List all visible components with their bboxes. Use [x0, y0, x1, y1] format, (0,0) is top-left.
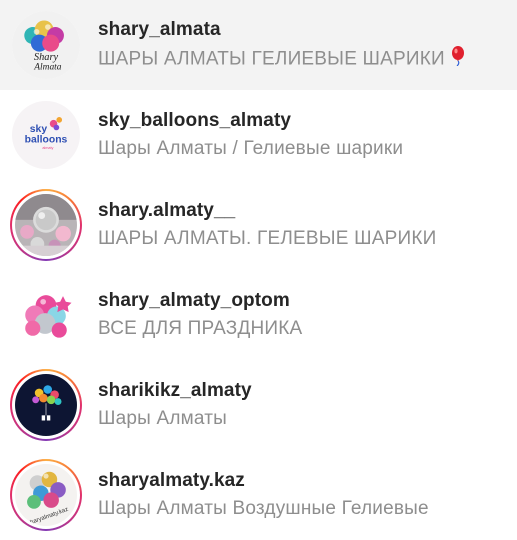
avatar[interactable] [8, 187, 84, 263]
red-balloon-icon [451, 45, 465, 73]
search-results-list: Shary Almata shary_almata ШАРЫ АЛМАТЫ ГЕ… [0, 0, 517, 540]
username[interactable]: shary.almaty__ [98, 199, 437, 223]
full-name: Шары Алматы [98, 408, 228, 429]
full-name: ВСЕ ДЛЯ ПРАЗДНИКА [98, 318, 303, 339]
username[interactable]: shary_almaty_optom [98, 289, 302, 313]
avatar[interactable]: @sharyalmaty.kaz [8, 457, 84, 533]
avatar[interactable]: sky balloons almaty [8, 97, 84, 173]
full-name: Шары Алматы Воздушные Гелиевые [98, 498, 429, 519]
full-name: Шары Алматы / Гелиевые шарики [98, 138, 404, 159]
avatar-text-line-1: sky [30, 124, 48, 135]
avatar[interactable] [8, 367, 84, 443]
avatar-text-line-1: Shary [34, 52, 59, 63]
avatar[interactable] [8, 277, 84, 353]
search-result-row[interactable]: Shary Almata shary_almata ШАРЫ АЛМАТЫ ГЕ… [0, 0, 517, 90]
story-ring[interactable]: @sharyalmaty.kaz [10, 459, 82, 531]
search-result-row[interactable]: sharikikz_almaty Шары Алматы [0, 360, 517, 450]
avatar-text-line-2: Almata [33, 63, 62, 73]
search-result-row[interactable]: @sharyalmaty.kaz sharyalmaty.kaz Шары Ал… [0, 450, 517, 540]
username[interactable]: sharyalmaty.kaz [98, 469, 429, 493]
profile-picture: @sharyalmaty.kaz [15, 464, 77, 526]
profile-picture [15, 374, 77, 436]
story-ring[interactable] [10, 189, 82, 261]
username[interactable]: sharikikz_almaty [98, 379, 252, 403]
search-result-row[interactable]: shary_almaty_optom ВСЕ ДЛЯ ПРАЗДНИКА [0, 270, 517, 360]
profile-picture [15, 194, 77, 256]
search-result-row[interactable]: shary.almaty__ ШАРЫ АЛМАТЫ. ГЕЛЕВЫЕ ШАРИ… [0, 180, 517, 270]
profile-picture [12, 281, 80, 349]
username[interactable]: sky_balloons_almaty [98, 109, 403, 133]
username[interactable]: shary_almata [98, 18, 465, 42]
avatar-text-line-3: almaty [42, 146, 53, 150]
full-name: ШАРЫ АЛМАТЫ. ГЕЛЕВЫЕ ШАРИКИ [98, 228, 437, 249]
full-name: ШАРЫ АЛМАТЫ ГЕЛИЕВЫЕ ШАРИКИ [98, 45, 465, 73]
profile-picture: Shary Almata [12, 11, 80, 79]
avatar-text-line-2: balloons [25, 135, 68, 146]
search-result-row[interactable]: sky balloons almaty sky_balloons_almaty … [0, 90, 517, 180]
profile-picture: sky balloons almaty [12, 101, 80, 169]
avatar[interactable]: Shary Almata [8, 7, 84, 83]
story-ring[interactable] [10, 369, 82, 441]
